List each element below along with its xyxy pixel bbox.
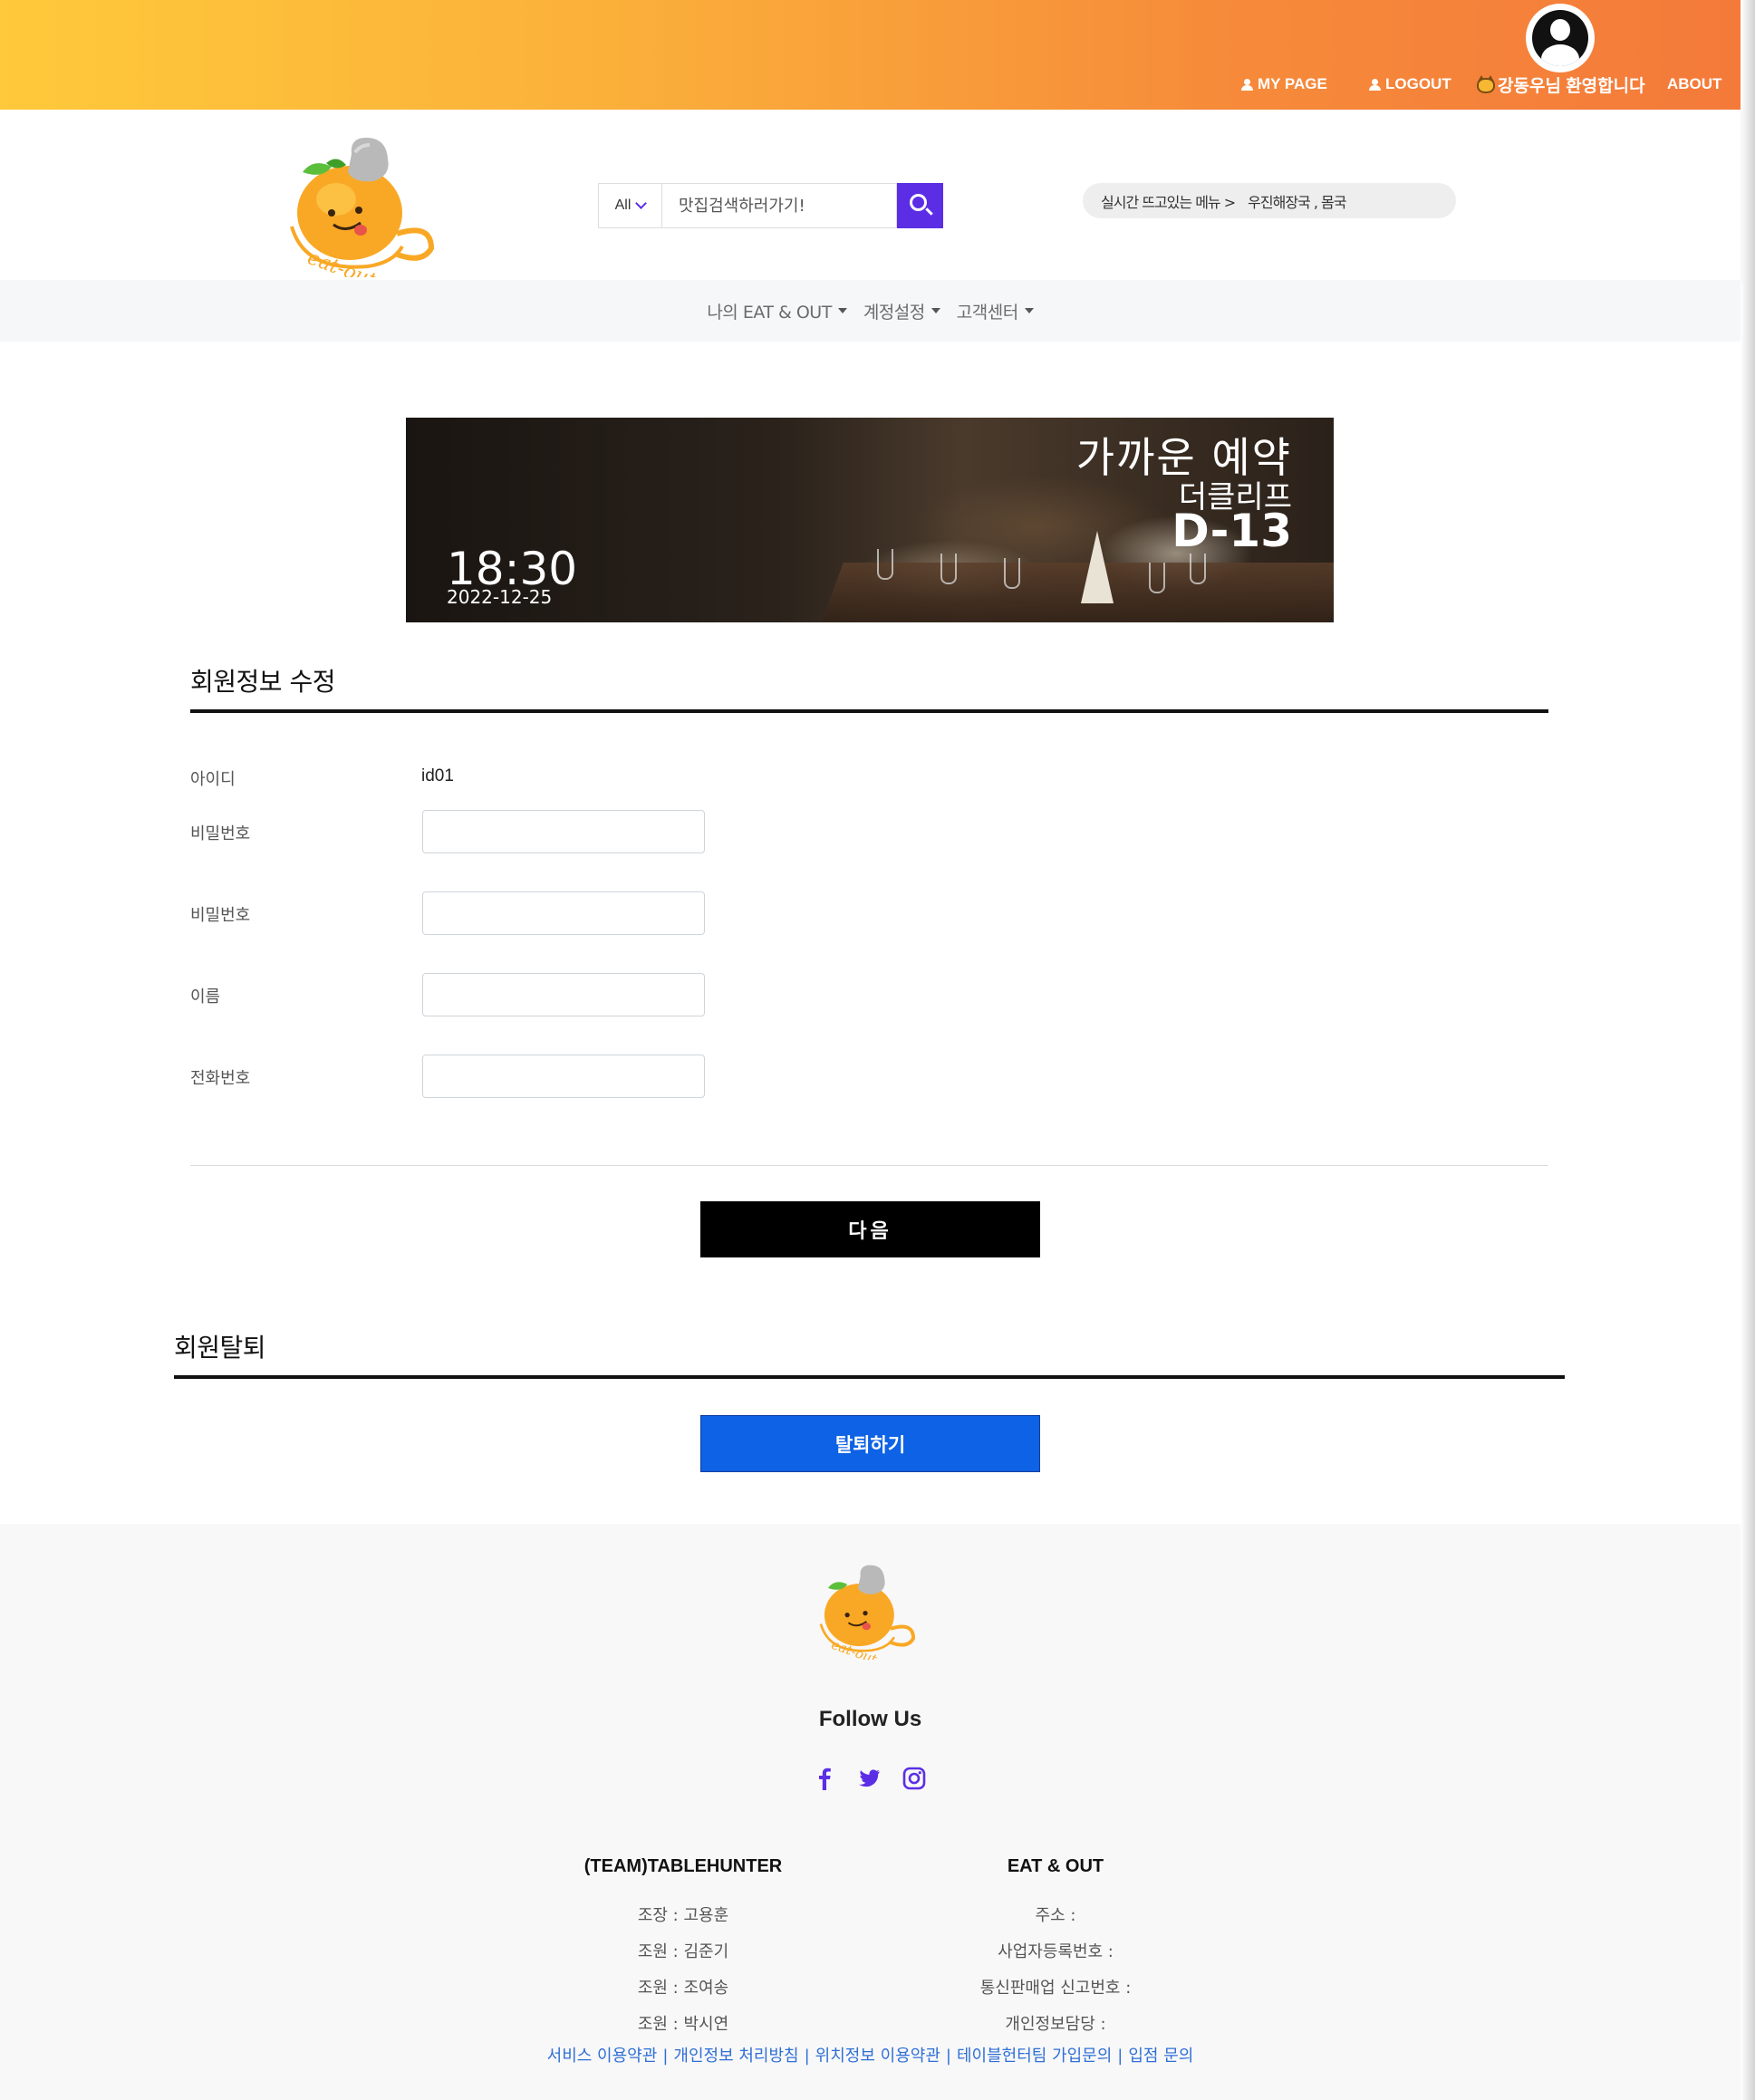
password-field[interactable] [422, 810, 705, 853]
nav-my-eat-out-label: 나의 EAT & OUT [707, 302, 832, 323]
user-avatar-icon [1532, 10, 1588, 66]
nav-account-settings-label: 계정설정 [863, 302, 925, 323]
facebook-icon[interactable] [813, 1767, 836, 1790]
footer-link-location-terms[interactable]: 위치정보 이용약관 [815, 2047, 940, 2066]
caret-down-icon [931, 308, 940, 313]
name-field[interactable] [422, 973, 705, 1016]
person-icon [1241, 78, 1253, 91]
team-line: 조장 : 고용훈 [637, 1906, 729, 1925]
my-page-label: MY PAGE [1258, 75, 1327, 92]
user-avatar[interactable] [1526, 4, 1595, 72]
company-title: EAT & OUT [1007, 1856, 1104, 1876]
follow-us-heading: Follow Us [818, 1707, 922, 1731]
welcome-message: 강동우님 환영합니다 [1476, 74, 1645, 96]
withdraw-title: 회원탈퇴 [174, 1333, 266, 1363]
reservation-date: 2022-12-25 [447, 586, 553, 608]
search-button[interactable] [897, 183, 943, 228]
sub-navigation: 나의 EAT & OUT 계정설정 고객센터 [0, 280, 1741, 342]
password-label: 비밀번호 [190, 824, 251, 843]
reservation-banner[interactable]: 가까운 예약 더클리프 D-13 18:30 2022-12-25 [406, 418, 1334, 622]
name-label: 이름 [190, 987, 221, 1007]
withdraw-button[interactable]: 탈퇴하기 [700, 1415, 1040, 1472]
caret-down-icon [1024, 308, 1034, 313]
team-title: (TEAM)TABLEHUNTER [583, 1856, 783, 1876]
my-page-link[interactable]: MY PAGE [1241, 74, 1327, 94]
password-confirm-field[interactable] [422, 891, 705, 935]
team-line: 조원 : 조여송 [637, 1979, 729, 1998]
realtime-value: 우진해장국 , 몸국 [1248, 193, 1346, 211]
company-line: 주소 : [1035, 1906, 1076, 1925]
search-category-label: All [614, 197, 632, 213]
scroll-edge-shadow [1741, 0, 1755, 2100]
nav-customer-center[interactable]: 고객센터 [957, 299, 1034, 323]
person-icon [1369, 78, 1381, 91]
id-value: id01 [421, 766, 454, 785]
about-link[interactable]: ABOUT [1667, 74, 1721, 94]
realtime-menu-ticker[interactable]: 실시간 뜨고있는 메뉴 > 우진해장국 , 몸국 [1083, 183, 1456, 218]
footer-link-terms[interactable]: 서비스 이용약관 [547, 2047, 658, 2066]
nav-my-eat-out[interactable]: 나의 EAT & OUT [707, 299, 847, 323]
password-confirm-label: 비밀번호 [190, 906, 251, 925]
footer-logo[interactable]: eat-out [817, 1562, 917, 1660]
form-divider [190, 1165, 1548, 1166]
id-label: 아이디 [190, 770, 236, 789]
team-line: 조원 : 김준기 [637, 1942, 729, 1961]
search-category-select[interactable]: All [598, 183, 661, 228]
footer-link-privacy[interactable]: 개인정보 처리방침 [673, 2047, 798, 2066]
twitter-icon[interactable] [857, 1767, 881, 1790]
section-divider [174, 1375, 1565, 1379]
instagram-icon[interactable] [902, 1767, 926, 1790]
reservation-dday: D-13 [1172, 505, 1292, 557]
company-line: 사업자등록번호 : [998, 1942, 1114, 1961]
welcome-label: 강동우님 환영합니다 [1498, 76, 1645, 96]
search-bar: All [598, 183, 943, 228]
chevron-down-icon [635, 197, 648, 209]
phone-label: 전화번호 [190, 1069, 251, 1088]
logout-link[interactable]: LOGOUT [1369, 74, 1451, 94]
footer-link-partner[interactable]: 입점 문의 [1128, 2047, 1193, 2066]
phone-field[interactable] [422, 1055, 705, 1098]
caret-down-icon [837, 308, 847, 313]
realtime-label: 실시간 뜨고있는 메뉴 > [1101, 193, 1236, 211]
search-icon [910, 194, 927, 211]
section-divider [190, 709, 1548, 713]
footer-links: 서비스 이용약관 | 개인정보 처리방침 | 위치정보 이용약관 | 테이블헌터팀 가입문의… [546, 2047, 1194, 2066]
edit-profile-title: 회원정보 수정 [190, 667, 335, 697]
search-input[interactable] [661, 183, 897, 228]
company-line: 통신판매업 신고번호 : [979, 1979, 1132, 1998]
eat-out-logo[interactable]: eat-out [286, 136, 437, 277]
team-line: 조원 : 박시연 [637, 2015, 729, 2034]
nav-account-settings[interactable]: 계정설정 [863, 299, 940, 323]
logout-label: LOGOUT [1385, 75, 1451, 92]
next-button[interactable]: 다음 [700, 1201, 1040, 1257]
nav-customer-center-label: 고객센터 [956, 302, 1018, 323]
about-label: ABOUT [1667, 75, 1722, 92]
company-line: 개인정보담당 : [1005, 2015, 1106, 2034]
cat-face-icon [1476, 75, 1496, 93]
footer-link-team-join[interactable]: 테이블헌터팀 가입문의 [957, 2047, 1112, 2066]
